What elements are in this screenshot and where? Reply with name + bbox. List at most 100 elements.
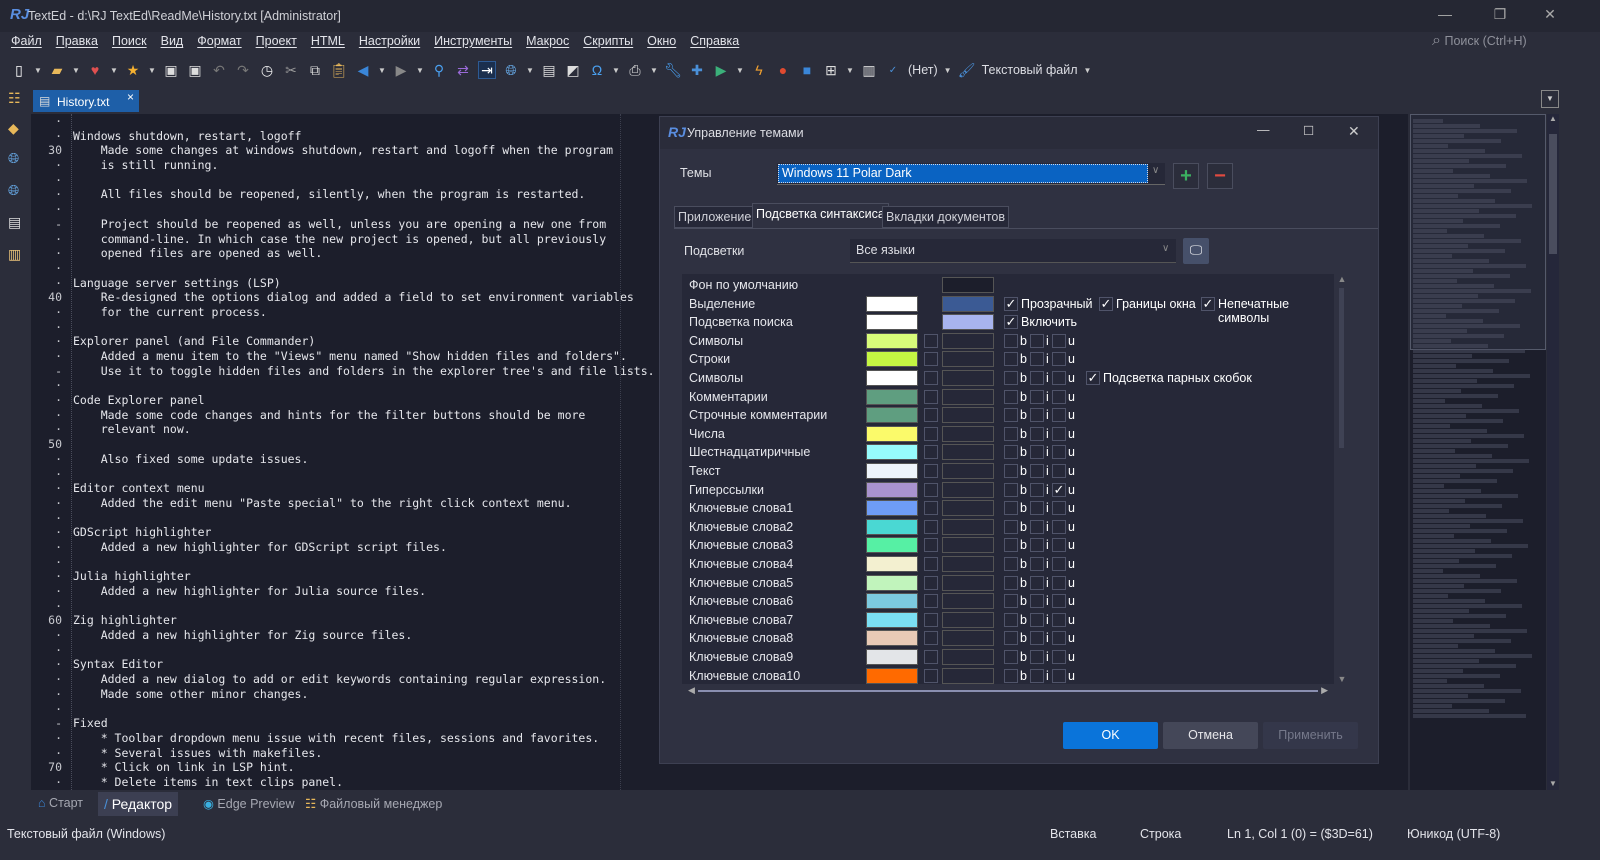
menu-html[interactable]: HTML [311, 34, 345, 48]
tab-start[interactable]: ⌂ Старт [38, 796, 83, 810]
background-color-swatch[interactable] [942, 481, 994, 498]
chevron-down-icon[interactable]: ▼ [110, 66, 118, 75]
style-u-checkbox[interactable] [1052, 426, 1066, 441]
chevron-down-icon[interactable]: ▼ [416, 66, 424, 75]
menu-settings[interactable]: Настройки [359, 34, 420, 48]
transparent-checkbox[interactable]: ✓ [1004, 296, 1018, 311]
chevron-down-icon[interactable]: ▼ [650, 66, 658, 75]
background-color-swatch[interactable] [942, 537, 994, 554]
style-row[interactable]: Строчные комментарии b i u [682, 406, 1334, 424]
style-row[interactable]: Символы b i u ✓ Подсветка парных скобок [682, 369, 1334, 387]
plugin-icon[interactable]: ✚ [688, 61, 706, 79]
bracket-matching-checkbox[interactable]: ✓ [1086, 371, 1100, 385]
chevron-down-icon[interactable]: ▼ [378, 66, 386, 75]
columns-icon[interactable]: ▥ [860, 61, 878, 79]
background-color-swatch[interactable] [942, 574, 994, 591]
transparent-checkbox[interactable] [924, 575, 938, 590]
style-row[interactable]: Комментарии b i u [682, 388, 1334, 406]
background-color-swatch[interactable] [942, 332, 994, 349]
chevron-down-icon[interactable]: ▼ [846, 66, 854, 75]
code-area[interactable]: Windows shutdown, restart, logoff Made s… [71, 114, 655, 790]
menu-window[interactable]: Окно [647, 34, 676, 48]
maximize-button[interactable]: ❐ [1485, 6, 1515, 23]
transparent-checkbox[interactable] [924, 371, 938, 385]
scroll-left-arrow[interactable]: ◀ [688, 685, 695, 695]
grid-vertical-scrollbar[interactable]: ▲ ▼ [1336, 274, 1348, 684]
style-u-checkbox[interactable] [1052, 538, 1066, 553]
cut-icon[interactable]: ✂ [282, 61, 300, 79]
tab-document-tabs[interactable]: Вкладки документов [882, 206, 1010, 228]
transparent-checkbox[interactable] [924, 426, 938, 441]
style-b-checkbox[interactable] [1004, 464, 1018, 478]
globe-check-icon[interactable]: 🌐︎ [8, 182, 24, 198]
style-row[interactable]: Подсветка поиска ✓ Включить [682, 313, 1334, 331]
style-u-checkbox[interactable] [1052, 408, 1066, 423]
background-color-swatch[interactable] [942, 500, 994, 517]
transparent-checkbox[interactable] [924, 408, 938, 423]
file-list-icon[interactable]: ▤ [8, 214, 24, 230]
style-u-checkbox[interactable] [1052, 333, 1066, 348]
foreground-color-swatch[interactable] [866, 611, 918, 628]
minimap[interactable] [1410, 114, 1546, 790]
style-b-checkbox[interactable] [1004, 594, 1018, 609]
style-b-checkbox[interactable] [1004, 408, 1018, 423]
style-b-checkbox[interactable] [1004, 333, 1018, 348]
chevron-down-icon[interactable]: ▼ [736, 66, 744, 75]
menu-edit[interactable]: Правка [56, 34, 98, 48]
style-b-checkbox[interactable] [1004, 445, 1018, 460]
redo-icon[interactable]: ↷ [234, 61, 252, 79]
menu-help[interactable]: Справка [690, 34, 739, 48]
tab-list-button[interactable]: ▼ [1541, 90, 1559, 108]
style-row[interactable]: Ключевые слова8 b i u [682, 629, 1334, 647]
globe-icon[interactable]: 🌐︎ [8, 150, 24, 166]
clipboard-icon[interactable]: ▥ [8, 246, 24, 262]
tab-editor[interactable]: / Редактор [98, 792, 179, 816]
dialog-close-button[interactable]: ✕ [1348, 123, 1360, 140]
paste-icon[interactable]: 📋︎ [330, 61, 348, 79]
style-u-checkbox[interactable] [1052, 352, 1066, 367]
tab-file-manager[interactable]: ☷ Файловый менеджер [305, 796, 442, 811]
style-i-checkbox[interactable] [1030, 389, 1044, 404]
search-box[interactable]: ⌕ Поиск (Ctrl+H) [1432, 32, 1527, 50]
foreground-color-swatch[interactable] [866, 630, 918, 647]
style-row[interactable]: Ключевые слова10 b i u [682, 667, 1334, 684]
style-row[interactable]: Ключевые слова6 b i u [682, 592, 1334, 610]
style-i-checkbox[interactable] [1030, 650, 1044, 664]
wrench-icon[interactable]: 🔧︎ [664, 61, 682, 79]
save-icon[interactable]: ▣ [162, 61, 180, 79]
background-color-swatch[interactable] [942, 407, 994, 424]
style-i-checkbox[interactable] [1030, 668, 1044, 683]
scroll-thumb[interactable] [1339, 288, 1344, 448]
style-u-checkbox[interactable] [1052, 668, 1066, 683]
chevron-down-icon[interactable]: ▼ [34, 66, 42, 75]
style-row[interactable]: Ключевые слова7 b i u [682, 611, 1334, 629]
style-row[interactable]: Ключевые слова3 b i u [682, 536, 1334, 554]
foreground-color-swatch[interactable] [866, 649, 918, 665]
history-icon[interactable]: ◷ [258, 61, 276, 79]
style-row[interactable]: Ключевые слова5 b i u [682, 574, 1334, 592]
style-u-checkbox[interactable] [1052, 519, 1066, 534]
menu-scripts[interactable]: Скрипты [583, 34, 633, 48]
open-folder-icon[interactable]: ▰ [48, 61, 66, 79]
background-color-swatch[interactable] [942, 314, 994, 331]
preview-monitor-button[interactable]: 🖵︎ [1183, 238, 1209, 264]
web-window-icon[interactable]: ◩ [564, 61, 582, 79]
style-row[interactable]: Гиперссылки b i ✓ u [682, 481, 1334, 499]
tab-history-txt[interactable]: ▤ History.txt × [33, 90, 139, 112]
style-i-checkbox[interactable] [1030, 445, 1044, 460]
nonprintable-chars-checkbox[interactable]: ✓ [1201, 296, 1215, 311]
tab-edge-preview[interactable]: ◉ Edge Preview [203, 796, 295, 811]
new-file-icon[interactable]: ▯ [10, 61, 28, 79]
minimize-button[interactable]: — [1430, 6, 1460, 22]
foreground-color-swatch[interactable] [866, 314, 918, 331]
background-color-swatch[interactable] [942, 351, 994, 368]
window-borders-checkbox[interactable]: ✓ [1099, 296, 1113, 311]
web-page-icon[interactable]: ▤ [540, 61, 558, 79]
menu-format[interactable]: Формат [197, 34, 241, 48]
background-color-swatch[interactable] [942, 370, 994, 386]
style-row[interactable]: Выделение ✓ Прозрачный ✓ Границы окна ✓ Непеча… [682, 295, 1334, 325]
transparent-checkbox[interactable] [924, 631, 938, 646]
style-u-checkbox[interactable] [1052, 557, 1066, 571]
compare-icon[interactable]: ⇄ [454, 61, 472, 79]
style-u-checkbox[interactable] [1052, 371, 1066, 385]
